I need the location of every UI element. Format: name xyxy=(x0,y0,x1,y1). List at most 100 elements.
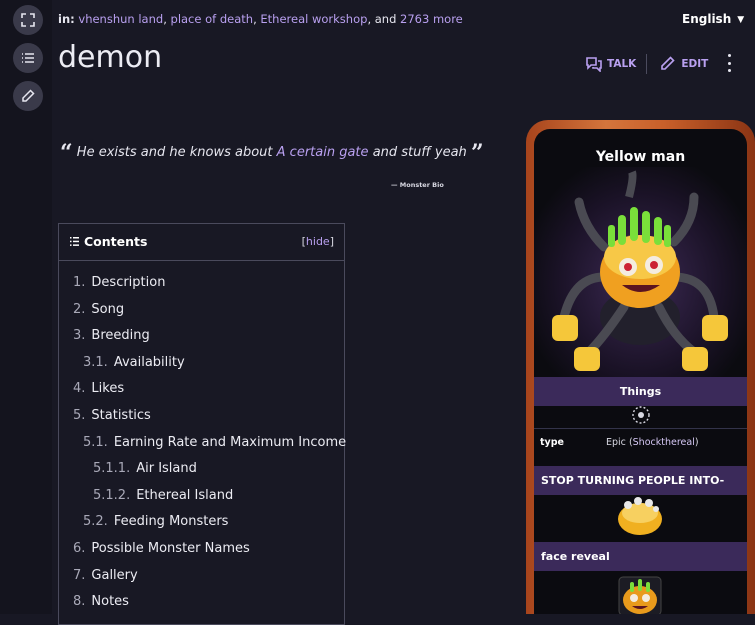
toc-item-label: Likes xyxy=(91,381,125,397)
toc-item-label: Notes xyxy=(91,594,129,610)
quote-text-after: and stuff yeah xyxy=(372,145,467,160)
infobox-section-header: face reveal xyxy=(534,542,747,571)
breadcrumb-separator: , xyxy=(253,12,257,26)
toc-item-label: Earning Rate and Maximum Income xyxy=(113,434,347,450)
element-icon-row xyxy=(534,401,747,429)
toc-item-label: Gallery xyxy=(91,567,138,583)
toc-item-number: 4. xyxy=(73,381,86,397)
category-link[interactable]: place of death xyxy=(171,12,254,26)
monster-quote: “ He exists and he knows about A certain… xyxy=(60,136,484,166)
table-of-contents: Contents [hide] 1. Description 2. Song 3. Bre… xyxy=(58,223,346,625)
category-breadcrumb: in: vhenshun land, place of death, Ether… xyxy=(58,12,463,26)
toc-item[interactable]: 3.1. Availability xyxy=(83,355,185,370)
toc-hide-control: [hide] xyxy=(302,235,334,248)
action-divider xyxy=(646,54,648,74)
toc-item[interactable]: 1. Description xyxy=(73,275,165,290)
toc-item[interactable]: 2. Song xyxy=(73,302,124,317)
talk-button[interactable]: TALK xyxy=(585,56,636,72)
toc-item[interactable]: 6. Possible Monster Names xyxy=(73,541,250,556)
breadcrumb-prefix: in: xyxy=(58,12,75,26)
toc-item-number: 3.1. xyxy=(83,354,108,370)
section-title: Things xyxy=(619,385,662,398)
toc-item-number: 5.1.2. xyxy=(93,487,131,503)
more-categories-link[interactable]: 2763 more xyxy=(400,12,463,26)
toc-item-number: 2. xyxy=(73,301,86,317)
category-link[interactable]: Ethereal workshop xyxy=(260,12,367,26)
open-quote-mark: “ xyxy=(60,140,73,166)
toc-item-label: Ethereal Island xyxy=(136,487,234,503)
expand-icon xyxy=(21,13,35,27)
pencil-icon xyxy=(22,89,35,102)
breadcrumb-separator: , xyxy=(163,12,167,26)
toc-item-number: 7. xyxy=(73,567,86,583)
breadcrumb-separator: , and xyxy=(367,12,397,26)
toc-toggle-button[interactable] xyxy=(13,43,43,73)
kebab-dot xyxy=(727,54,731,57)
toc-item[interactable]: 5.1. Earning Rate and Maximum Income xyxy=(83,435,346,450)
toc-item-label: Possible Monster Names xyxy=(91,541,250,556)
toc-item-number: 3. xyxy=(73,328,86,344)
page-title: demon xyxy=(58,40,163,75)
toc-item[interactable]: 4. Likes xyxy=(73,381,124,396)
toc-item-number: 5.1. xyxy=(83,434,108,450)
ethereal-element-icon xyxy=(631,405,650,424)
more-options-button[interactable] xyxy=(723,54,735,72)
caret-down-icon: ▼ xyxy=(737,15,745,25)
bracket: ] xyxy=(329,235,334,248)
toc-item-number: 6. xyxy=(73,541,86,556)
type-value: Epic (Shockthereal) xyxy=(606,437,699,448)
egg-image xyxy=(618,497,662,535)
type-key: type xyxy=(540,437,564,448)
fullscreen-button[interactable] xyxy=(13,5,43,35)
quote-text-before: He exists and he knows about xyxy=(76,145,273,160)
kebab-dot xyxy=(727,61,731,65)
face-portrait-image xyxy=(618,576,662,614)
toc-item-label: Air Island xyxy=(136,461,197,477)
toc-header: Contents [hide] xyxy=(59,224,344,261)
language-label: English xyxy=(682,12,732,26)
toc-item[interactable]: 5.1.1. Air Island xyxy=(93,461,197,476)
toc-item-number: 5. xyxy=(73,408,86,423)
toc-item[interactable]: 5.2. Feeding Monsters xyxy=(83,514,228,529)
toc-hide-link[interactable]: hide xyxy=(306,235,330,248)
toc-title: Contents xyxy=(84,234,148,249)
talk-icon xyxy=(586,57,602,72)
section-title: STOP TURNING PEOPLE INTO- xyxy=(541,474,725,487)
toc-item-label: Statistics xyxy=(91,408,151,423)
infobox-body: Yellow man Things type Epic (Shocktherea… xyxy=(534,129,747,614)
type-rarity: Epic xyxy=(606,437,626,448)
pencil-icon xyxy=(661,56,675,70)
toc-item-number: 1. xyxy=(73,275,86,290)
monster-image xyxy=(534,167,747,377)
toc-item-number: 8. xyxy=(73,594,86,610)
close-quote-mark: ” xyxy=(470,140,484,166)
kebab-dot xyxy=(727,69,731,72)
talk-label: TALK xyxy=(607,58,637,70)
toc-item-label: Breeding xyxy=(91,328,150,344)
toc-item-label: Availability xyxy=(113,354,185,370)
type-link[interactable]: Shockthereal xyxy=(633,437,695,448)
toc-item-number: 5.1.1. xyxy=(93,461,131,477)
infobox-section-header: STOP TURNING PEOPLE INTO- xyxy=(534,466,747,495)
edit-button[interactable]: EDIT xyxy=(659,56,708,72)
language-selector[interactable]: English ▼ xyxy=(682,12,744,26)
edit-label: EDIT xyxy=(681,58,709,70)
toc-item[interactable]: 8. Notes xyxy=(73,594,129,609)
toc-item-label: Song xyxy=(91,301,125,317)
monster-illustration xyxy=(552,170,728,371)
category-link[interactable]: vhenshun land xyxy=(78,12,163,26)
toc-item[interactable]: 5. Statistics xyxy=(73,408,151,423)
toc-item[interactable]: 5.1.2. Ethereal Island xyxy=(93,488,233,503)
toc-item-label: Description xyxy=(91,275,166,290)
infobox-title: Yellow man xyxy=(595,149,686,165)
toc-item[interactable]: 7. Gallery xyxy=(73,568,138,583)
list-icon xyxy=(22,53,34,63)
quote-link[interactable]: A certain gate xyxy=(277,145,369,160)
infobox: Yellow man Things type Epic (Shocktherea… xyxy=(526,120,755,614)
section-title: face reveal xyxy=(541,550,610,563)
side-rail xyxy=(0,0,52,614)
toc-item-label: Feeding Monsters xyxy=(113,514,229,530)
toc-item[interactable]: 3. Breeding xyxy=(73,328,150,343)
paren: ) xyxy=(694,437,699,448)
edit-rail-button[interactable] xyxy=(13,81,43,111)
